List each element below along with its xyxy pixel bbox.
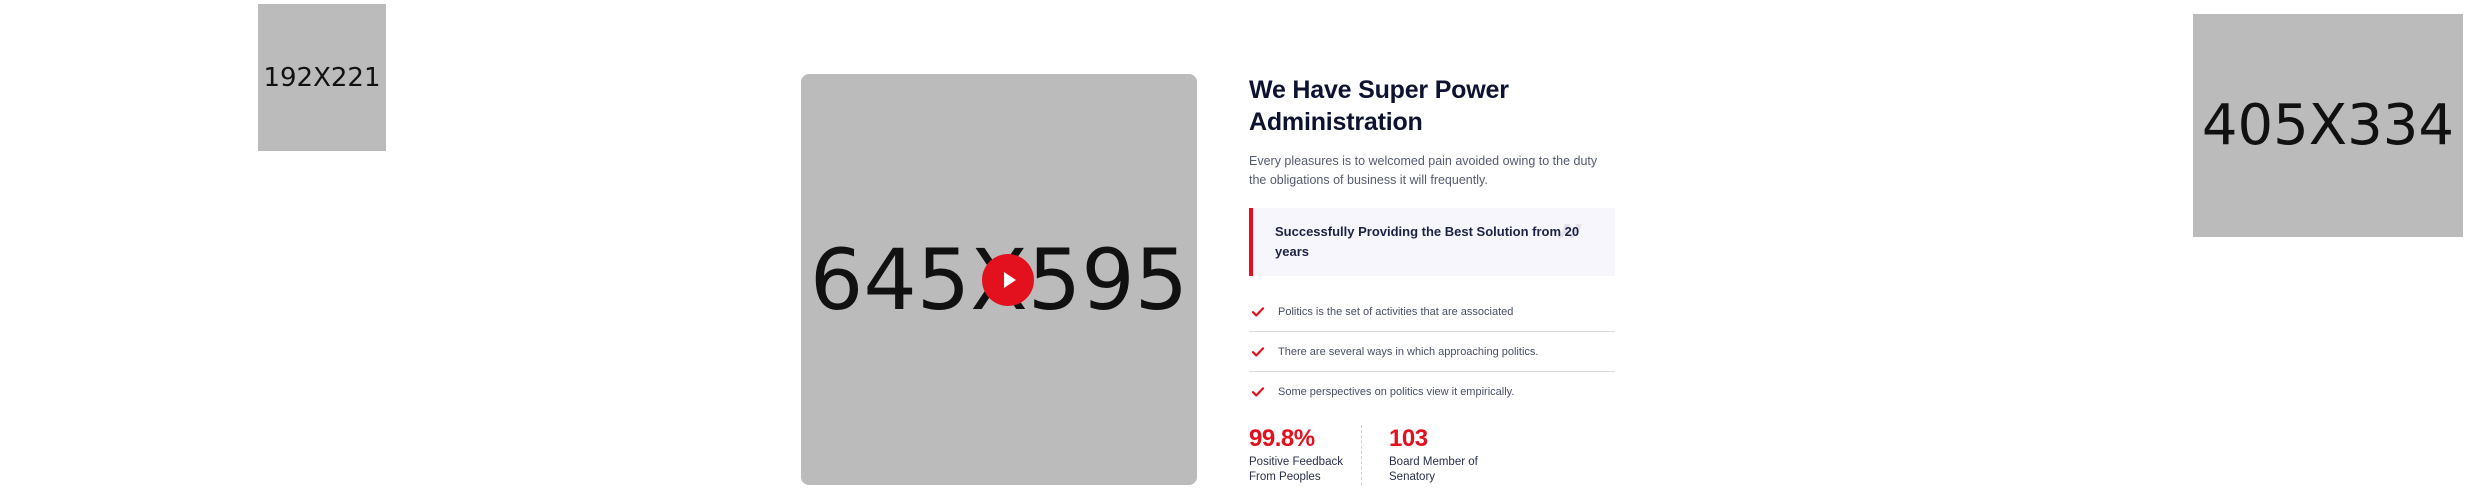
section-heading: We Have Super Power Administration xyxy=(1249,76,1509,136)
feature-text: Politics is the set of activities that a… xyxy=(1278,305,1514,318)
check-icon xyxy=(1251,305,1265,319)
placeholder-size-label: 192X221 xyxy=(263,62,381,93)
stat-value: 103 xyxy=(1389,425,1428,452)
play-icon xyxy=(1003,272,1016,288)
stat-board-members: 103 Board Member of Senatory xyxy=(1361,425,1531,485)
feature-text: There are several ways in which approach… xyxy=(1278,345,1539,358)
stat-label: Positive Feedback From Peoples xyxy=(1249,456,1343,483)
placeholder-size-label: 405X334 xyxy=(2201,93,2455,158)
check-icon xyxy=(1251,345,1265,359)
check-icon xyxy=(1251,385,1265,399)
play-video-button[interactable] xyxy=(982,254,1034,306)
image-placeholder-small: 192X221 xyxy=(258,4,386,151)
intro-text: Every pleasures is to welcomed pain avoi… xyxy=(1249,154,1598,187)
about-section: We Have Super Power Administration Every… xyxy=(1249,74,1615,485)
stat-value: 99.8% xyxy=(1249,425,1315,452)
stats-row: 99.8% Positive Feedback From Peoples 103… xyxy=(1249,425,1615,485)
highlight-text: Successfully Providing the Best Solution… xyxy=(1275,224,1580,259)
stat-feedback: 99.8% Positive Feedback From Peoples xyxy=(1249,425,1362,485)
feature-item: There are several ways in which approach… xyxy=(1249,332,1615,372)
stat-label: Board Member of Senatory xyxy=(1389,456,1478,483)
image-placeholder-right: 405X334 xyxy=(2193,14,2463,237)
highlight-box: Successfully Providing the Best Solution… xyxy=(1249,208,1615,278)
feature-item: Politics is the set of activities that a… xyxy=(1249,292,1615,332)
feature-item: Some perspectives on politics view it em… xyxy=(1249,372,1615,411)
feature-list: Politics is the set of activities that a… xyxy=(1249,292,1615,411)
feature-text: Some perspectives on politics view it em… xyxy=(1278,385,1515,398)
